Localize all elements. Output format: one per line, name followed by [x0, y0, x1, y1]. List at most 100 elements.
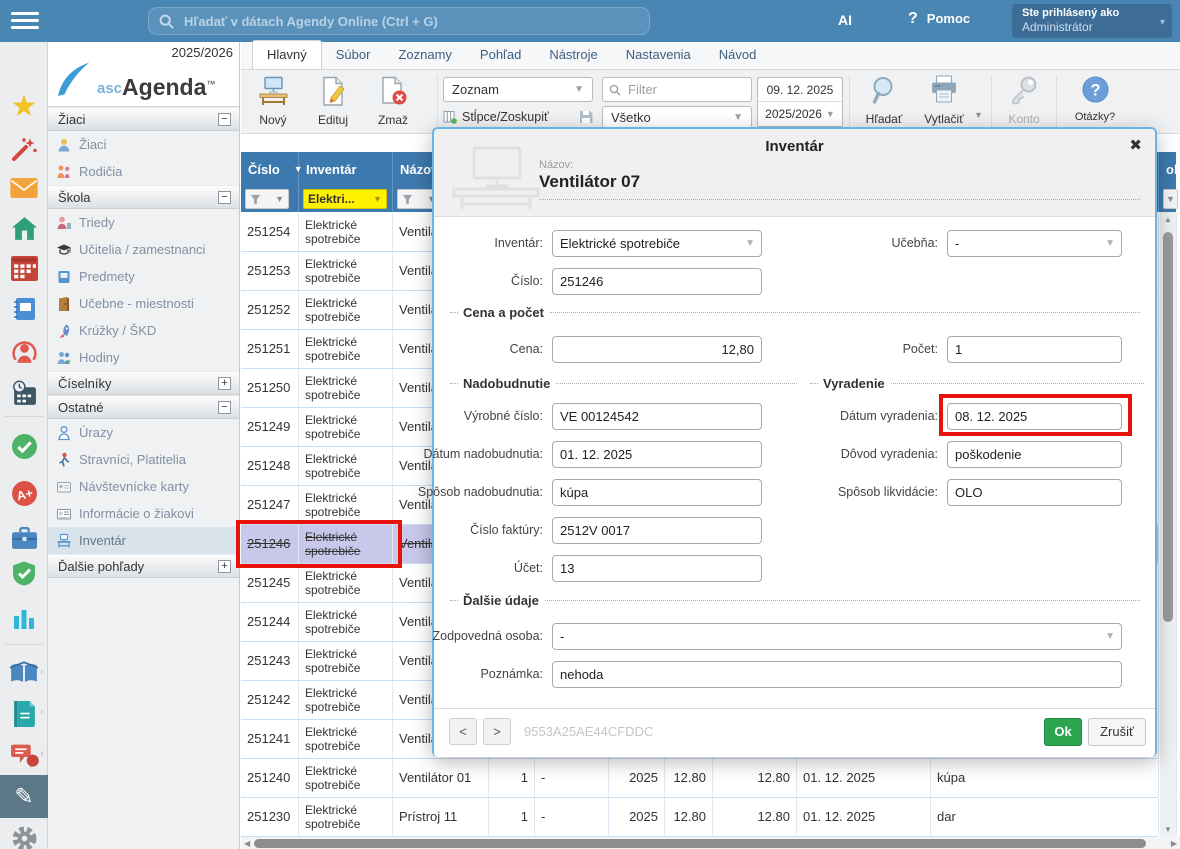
- field-dátum-nadobudnutia[interactable]: [552, 441, 762, 468]
- filter-chip[interactable]: ▼: [1163, 189, 1178, 209]
- next-record-button[interactable]: >: [483, 718, 511, 745]
- grades-aplus-icon[interactable]: A+: [0, 474, 48, 512]
- global-search-input[interactable]: [182, 13, 639, 30]
- horizontal-scroll-thumb[interactable]: [254, 839, 1146, 848]
- field-číslo-faktúry[interactable]: [552, 517, 762, 544]
- sidebar-item-inform-cie-o-iakovi[interactable]: Informácie o žiakovi: [48, 500, 239, 527]
- field-cena[interactable]: [552, 336, 762, 363]
- column-header-Inventár[interactable]: Inventár: [299, 152, 393, 186]
- sidebar-section--seln-ky[interactable]: Číselníky+: [48, 371, 239, 395]
- new-button[interactable]: Nový: [247, 76, 299, 127]
- help-button[interactable]: ? Pomoc: [908, 11, 970, 27]
- planner-calendar-clock-icon[interactable]: [0, 374, 48, 412]
- sidebar-item-u-ebne-miestnosti[interactable]: Učebne - miestnosti: [48, 290, 239, 317]
- school-year-select[interactable]: 2025/2026▼: [758, 102, 842, 126]
- vertical-scrollbar[interactable]: ▲ ▼: [1160, 212, 1176, 837]
- sidebar-item-n-v-tevn-cke-karty[interactable]: Návštevnícke karty: [48, 473, 239, 500]
- scroll-down-icon[interactable]: ▼: [1160, 825, 1176, 834]
- person-profile-icon[interactable]: [0, 332, 48, 370]
- scroll-up-icon[interactable]: ▲: [1160, 215, 1176, 224]
- sidebar-item--iaci[interactable]: Žiaci: [48, 131, 239, 158]
- field-dôvod-vyradenia[interactable]: [947, 441, 1122, 468]
- statistics-chart-icon[interactable]: [0, 599, 48, 637]
- columns-group-button[interactable]: Stĺpce/Zoskupiť: [443, 106, 593, 128]
- magic-wand-icon[interactable]: [0, 130, 48, 168]
- scroll-left-icon[interactable]: ◀: [244, 839, 250, 848]
- messages-envelope-icon[interactable]: [0, 169, 48, 207]
- tab-zoznamy[interactable]: Zoznamy: [384, 41, 465, 69]
- sidebar-item-triedy[interactable]: Triedy: [48, 209, 239, 236]
- user-menu[interactable]: Ste prihlásený ako Administrátor ▾: [1012, 4, 1172, 38]
- school-house-icon[interactable]: [0, 209, 48, 247]
- sidebar-section--kola[interactable]: Škola−: [48, 185, 239, 209]
- questions-button[interactable]: ? Otázky?: [1069, 75, 1121, 123]
- field-zodpovedná-osoba[interactable]: -▼: [552, 623, 1122, 650]
- expand-icon[interactable]: +: [218, 560, 231, 573]
- field-učebňa[interactable]: -▼: [947, 230, 1122, 257]
- current-date[interactable]: 09. 12. 2025: [758, 78, 842, 102]
- name-field-value[interactable]: Ventilátor 07: [539, 172, 640, 192]
- filter-box[interactable]: [602, 77, 752, 102]
- tab-n-vod[interactable]: Návod: [705, 41, 771, 69]
- sidebar-item-predmety[interactable]: Predmety: [48, 263, 239, 290]
- scope-select[interactable]: Všetko▼: [602, 106, 752, 128]
- field-spôsob-nadobudnutia[interactable]: [552, 479, 762, 506]
- active-filter-chip[interactable]: Elektri...▼: [303, 189, 387, 209]
- tab-s-bor[interactable]: Súbor: [322, 41, 385, 69]
- horizontal-scrollbar[interactable]: ◀ ▶: [241, 837, 1180, 849]
- field-výrobné-číslo[interactable]: [552, 403, 762, 430]
- classregister-notebook-icon[interactable]: [0, 290, 48, 328]
- briefcase-icon[interactable]: [0, 519, 48, 557]
- filter-input[interactable]: [626, 81, 745, 98]
- column-header-Číslo[interactable]: Číslo▼: [241, 152, 299, 186]
- search-button[interactable]: Hľadať: [858, 75, 910, 126]
- cancel-button[interactable]: Zrušiť: [1088, 718, 1146, 746]
- table-row-251230[interactable]: 251230Elektrické spotrebičePrístroj 111-…: [241, 798, 1158, 837]
- scroll-right-icon[interactable]: ▶: [1171, 839, 1177, 848]
- global-search[interactable]: [148, 7, 650, 35]
- vertical-scroll-thumb[interactable]: [1163, 232, 1173, 622]
- tab-poh-ad[interactable]: Pohľad: [466, 41, 535, 69]
- field-číslo[interactable]: [552, 268, 762, 295]
- previous-record-button[interactable]: <: [449, 718, 477, 745]
- tab-hlavn-[interactable]: Hlavný: [252, 40, 322, 69]
- sidebar-section-ostatn-[interactable]: Ostatné−: [48, 395, 239, 419]
- print-dropdown-caret[interactable]: ▼: [974, 110, 983, 120]
- table-row-251240[interactable]: 251240Elektrické spotrebičeVentilátor 01…: [241, 759, 1158, 798]
- shield-check-icon[interactable]: [0, 554, 48, 592]
- field-účet[interactable]: [552, 555, 762, 582]
- field-dátum-vyradenia[interactable]: [947, 403, 1122, 430]
- agenda-pen-icon[interactable]: ✎: [0, 775, 48, 818]
- expand-icon[interactable]: +: [218, 377, 231, 390]
- attendance-check-icon[interactable]: [0, 427, 48, 465]
- favorites-star-icon[interactable]: ★: [0, 88, 48, 126]
- view-select[interactable]: Zoznam▼: [443, 77, 593, 102]
- hamburger-menu-icon[interactable]: [11, 12, 39, 30]
- field-spôsob-likvidácie[interactable]: [947, 479, 1122, 506]
- ok-button[interactable]: Ok: [1044, 718, 1082, 746]
- column-header-oba[interactable]: oba: [1159, 152, 1177, 186]
- tab-nastavenia[interactable]: Nastavenia: [612, 41, 705, 69]
- timetable-calendar-icon[interactable]: [0, 249, 48, 287]
- settings-gear-icon[interactable]: [0, 819, 48, 849]
- sidebar-item-rodi-ia[interactable]: Rodičia: [48, 158, 239, 185]
- sidebar-section--al-ie-poh-ady[interactable]: Ďalšie pohľady+: [48, 554, 239, 578]
- sidebar-section--iaci[interactable]: Žiaci−: [48, 107, 239, 131]
- tab-n-stroje[interactable]: Nástroje: [535, 41, 611, 69]
- sidebar-item-stravn-ci-platitelia[interactable]: Stravníci, Platitelia: [48, 446, 239, 473]
- sidebar-item-kr-ky-kd[interactable]: Krúžky / ŠKD: [48, 317, 239, 344]
- field-poznámka[interactable]: [552, 661, 1122, 688]
- sidebar-item--razy[interactable]: Úrazy: [48, 419, 239, 446]
- print-button[interactable]: Vytlačiť: [918, 75, 970, 126]
- field-počet[interactable]: [947, 336, 1122, 363]
- filter-chip[interactable]: ▼: [245, 189, 289, 209]
- field-inventár[interactable]: Elektrické spotrebiče▼: [552, 230, 762, 257]
- sidebar-item-invent-r[interactable]: Inventár: [48, 527, 239, 554]
- collapse-icon[interactable]: −: [218, 113, 231, 126]
- close-icon[interactable]: ✖: [1129, 136, 1142, 154]
- delete-button[interactable]: Zmaž: [367, 76, 419, 127]
- ai-button[interactable]: AI: [838, 12, 852, 28]
- sidebar-item-hodiny[interactable]: Hodiny: [48, 344, 239, 371]
- save-layout-icon[interactable]: [579, 110, 593, 124]
- collapse-icon[interactable]: −: [218, 401, 231, 414]
